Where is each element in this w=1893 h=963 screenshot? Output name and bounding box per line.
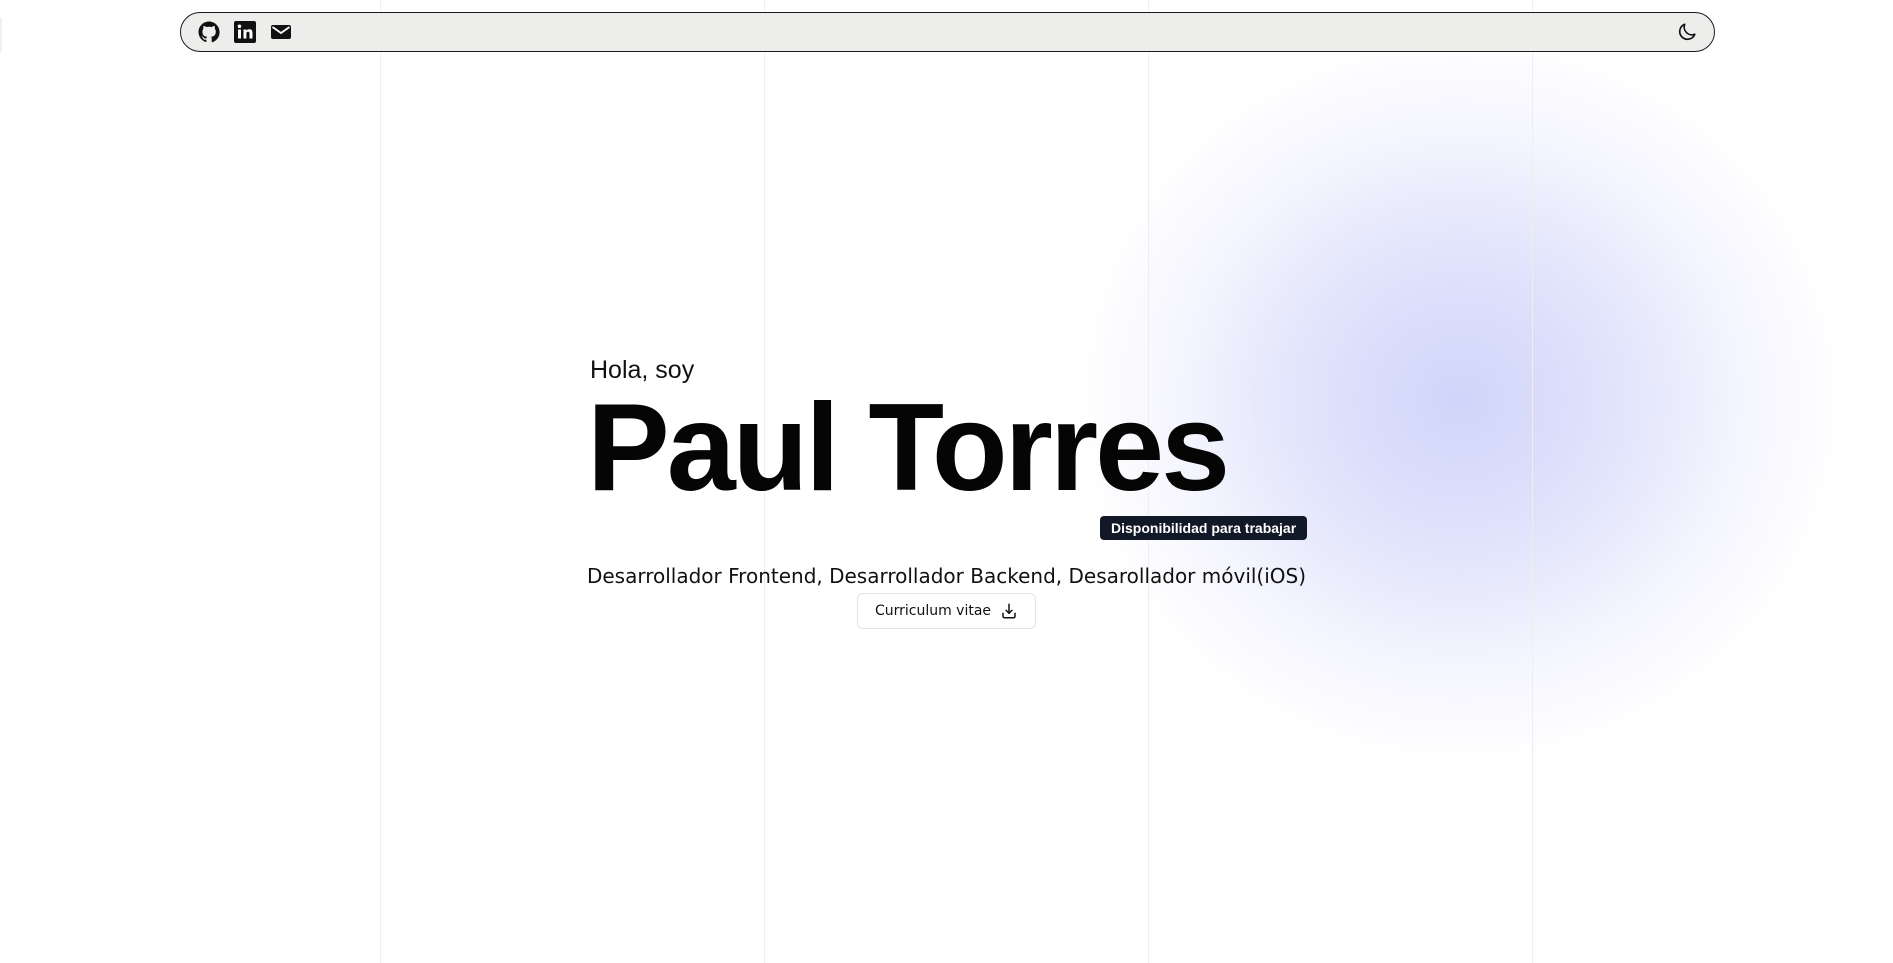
grid-line	[1532, 0, 1533, 963]
hero-roles: Desarrollador Frontend, Desarrollador Ba…	[586, 564, 1307, 588]
hero-name: Paul Torres	[587, 379, 1230, 517]
github-icon[interactable]	[197, 20, 221, 44]
download-icon	[1000, 602, 1018, 620]
moon-icon	[1676, 21, 1698, 43]
social-links	[197, 20, 293, 44]
mail-icon[interactable]	[269, 20, 293, 44]
theme-toggle-button[interactable]	[1674, 19, 1700, 45]
cv-button-container: Curriculum vitae	[0, 593, 1893, 629]
linkedin-icon[interactable]	[233, 20, 257, 44]
grid-line	[380, 0, 381, 963]
download-cv-button[interactable]: Curriculum vitae	[856, 593, 1037, 629]
left-edge-divider	[0, 18, 2, 52]
cv-button-label: Curriculum vitae	[874, 603, 992, 619]
top-navbar	[180, 12, 1715, 52]
availability-badge: Disponibilidad para trabajar	[1100, 516, 1308, 540]
